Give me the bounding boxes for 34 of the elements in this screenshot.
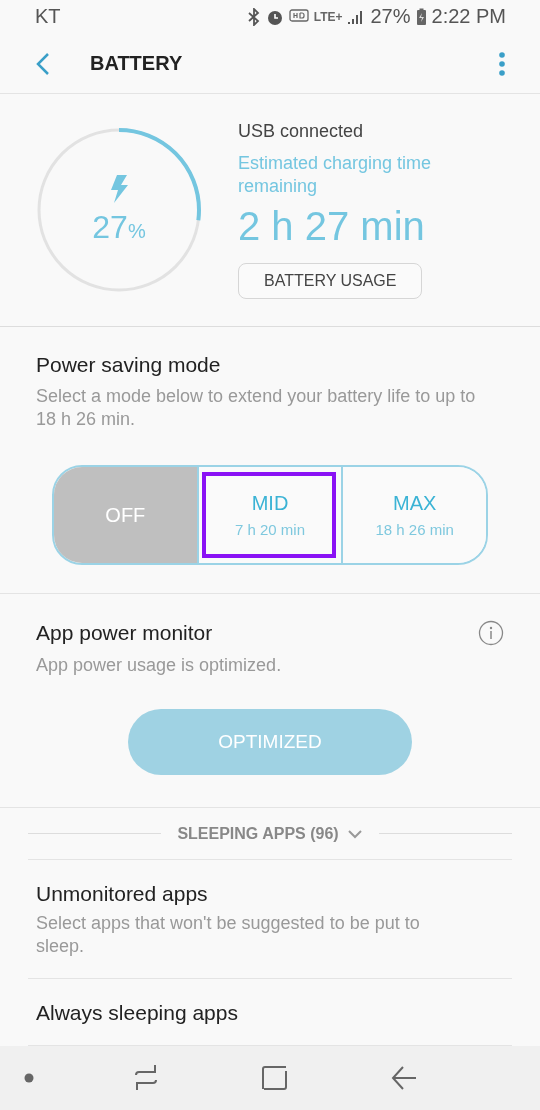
battery-percentage: 27% bbox=[92, 208, 146, 246]
mode-label: MAX bbox=[393, 492, 437, 516]
carrier: KT bbox=[35, 5, 61, 29]
dot-icon bbox=[24, 1073, 34, 1083]
mode-label: MID bbox=[251, 492, 289, 516]
item-description: Select apps that won't be suggested to be put to sleep. bbox=[36, 912, 421, 958]
mode-label: OFF bbox=[105, 503, 146, 527]
section-description: App power usage is optimized. bbox=[36, 654, 283, 678]
more-icon bbox=[498, 50, 506, 77]
section-description: Select a mode below to extend your battery life to up to 18 h 26 min. bbox=[36, 385, 476, 432]
sleeping-apps-toggle[interactable]: SLEEPING APPS (96) bbox=[171, 823, 369, 844]
screen-title: BATTERY bbox=[90, 52, 183, 76]
mode-time: 7 h 20 min bbox=[235, 521, 306, 539]
mode-option[interactable]: OFF bbox=[54, 467, 197, 564]
settings-item[interactable]: Unmonitored apps Select apps that won't be suggested to be put to sleep. bbox=[28, 860, 512, 979]
clock: 2:22 PM bbox=[431, 5, 506, 29]
charging-time: 2 h 27 min bbox=[238, 204, 425, 250]
battery-charging-icon bbox=[415, 7, 427, 26]
lightning-icon bbox=[109, 174, 129, 203]
info-icon[interactable] bbox=[478, 620, 504, 647]
battery-usage-button[interactable]: BATTERY USAGE bbox=[238, 263, 423, 300]
battery-percent: 27% bbox=[370, 5, 411, 29]
item-title: Unmonitored apps bbox=[36, 882, 209, 906]
network-type: LTE+ bbox=[313, 9, 343, 24]
chevron-down-icon bbox=[346, 828, 363, 839]
estimate-label: Estimated charging time remaining bbox=[238, 152, 433, 199]
hd-call-icon bbox=[288, 8, 309, 25]
mode-option[interactable]: MAX 18 h 26 min bbox=[341, 467, 486, 564]
section-title: Power saving mode bbox=[36, 353, 222, 378]
mode-time: 18 h 26 min bbox=[375, 521, 454, 539]
section-title: App power monitor bbox=[36, 621, 213, 646]
charging-source: USB connected bbox=[238, 121, 364, 143]
bluetooth-icon bbox=[246, 7, 261, 26]
item-title: Always sleeping apps bbox=[36, 1001, 239, 1025]
